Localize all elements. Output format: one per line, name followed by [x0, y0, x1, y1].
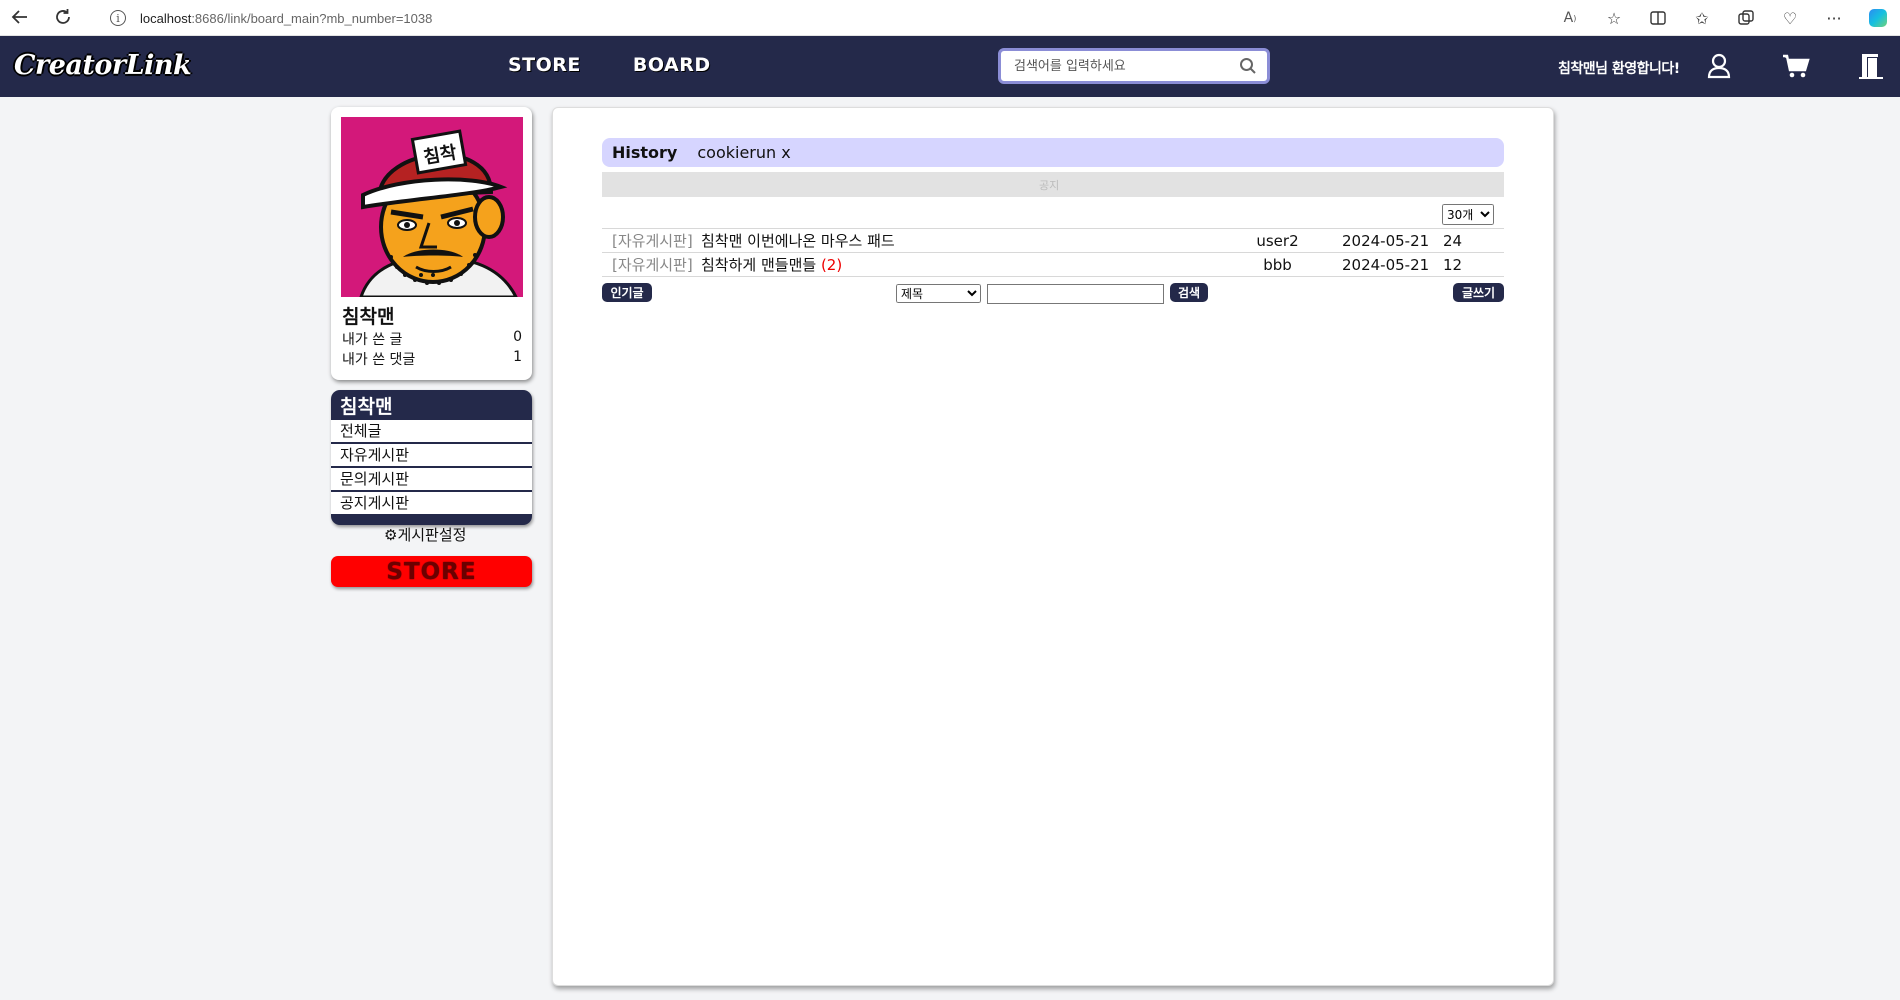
favorites-icon[interactable]: ✩: [1680, 0, 1724, 36]
welcome-message: 침착맨님 환영합니다!: [1558, 61, 1680, 77]
main-nav: STORE BOARD: [508, 54, 711, 76]
stat-value: 0: [513, 329, 522, 345]
header-search-box: [998, 48, 1270, 84]
creatorlink-logo[interactable]: CreatorLink: [14, 50, 192, 81]
board-panel: History cookierun x 공지 30개 [자유게시판] 침착맨 이…: [552, 107, 1554, 986]
address-bar[interactable]: i localhost:8686/link/board_main?mb_numb…: [92, 3, 1642, 33]
nav-store-link[interactable]: STORE: [508, 54, 581, 76]
notice-bar: 공지: [602, 172, 1504, 197]
user-icon[interactable]: [1703, 50, 1735, 82]
post-title[interactable]: 침착맨 이번에나온 마우스 패드: [701, 229, 1240, 253]
board-search-button[interactable]: 검색: [1170, 283, 1208, 302]
post-writer: user2: [1256, 231, 1299, 250]
cart-icon[interactable]: [1780, 50, 1812, 82]
post-category: [자유게시판]: [612, 256, 693, 274]
post-views: 12: [1443, 255, 1463, 274]
url-text: localhost:8686/link/board_main?mb_number…: [140, 10, 433, 26]
write-post-button[interactable]: 글쓰기: [1453, 283, 1504, 302]
category-item-inquiry[interactable]: 문의게시판: [331, 468, 532, 490]
stat-value: 1: [513, 349, 522, 365]
category-item-free[interactable]: 자유게시판: [331, 444, 532, 466]
reply-count: (2): [820, 256, 843, 274]
header-search-input[interactable]: [1014, 58, 1239, 74]
post-date: 2024-05-21: [1342, 231, 1430, 250]
site-header: CreatorLink STORE BOARD 침착맨님 환영합니다!: [0, 36, 1900, 97]
popular-posts-button[interactable]: 인기글: [602, 283, 652, 302]
search-type-select[interactable]: 제목: [896, 284, 981, 303]
post-writer: bbb: [1263, 255, 1292, 274]
site-info-icon[interactable]: i: [110, 10, 126, 26]
collections-icon[interactable]: [1724, 0, 1768, 36]
post-table: [자유게시판] 침착맨 이번에나온 마우스 패드 user2 2024-05-2…: [602, 228, 1504, 277]
post-date: 2024-05-21: [1342, 255, 1430, 274]
browser-toolbar: i localhost:8686/link/board_main?mb_numb…: [0, 0, 1900, 36]
copilot-icon[interactable]: [1856, 0, 1900, 36]
favorite-star-icon[interactable]: ☆: [1592, 0, 1636, 36]
more-menu-icon[interactable]: ···: [1812, 0, 1856, 36]
nav-board-link[interactable]: BOARD: [633, 54, 711, 76]
reload-icon[interactable]: [51, 5, 75, 29]
back-arrow-icon[interactable]: [8, 5, 32, 29]
avatar: 침착: [341, 117, 523, 297]
post-category: [자유게시판]: [612, 232, 693, 250]
read-aloud-icon[interactable]: A): [1548, 0, 1592, 36]
table-row[interactable]: [자유게시판] 침착하게 맨들맨들 (2) bbb 2024-05-21 12: [602, 252, 1504, 277]
notice-text: 공지: [1039, 179, 1060, 192]
split-screen-icon[interactable]: [1636, 0, 1680, 36]
board-category-menu: 침착맨 전체글 자유게시판 문의게시판 공지게시판: [331, 390, 532, 525]
per-page-select[interactable]: 30개: [1442, 204, 1494, 225]
history-bar: History cookierun x: [602, 138, 1504, 167]
board-search-input[interactable]: [987, 284, 1164, 304]
post-views: 24: [1443, 231, 1463, 250]
store-banner-button[interactable]: STORE: [331, 556, 532, 587]
category-item-all[interactable]: 전체글: [331, 420, 532, 442]
profile-name: 침착맨: [342, 306, 395, 328]
category-title: 침착맨: [340, 396, 393, 418]
profile-card: 침착 침착맨 내가 쓴 글 0 내가 쓴 댓글 1: [331, 107, 532, 380]
table-row[interactable]: [자유게시판] 침착맨 이번에나온 마우스 패드 user2 2024-05-2…: [602, 228, 1504, 253]
stat-label: 내가 쓴 댓글: [342, 352, 416, 368]
search-icon[interactable]: [1239, 57, 1257, 75]
browser-essentials-icon[interactable]: ♡: [1768, 0, 1812, 36]
post-title[interactable]: 침착하게 맨들맨들 (2): [701, 253, 1240, 277]
board-setting-link[interactable]: ⚙게시판설정: [384, 524, 466, 545]
logout-door-icon[interactable]: [1855, 50, 1887, 82]
history-label: History: [612, 143, 678, 162]
stat-label: 내가 쓴 글: [342, 332, 403, 348]
my-posts-stat[interactable]: 내가 쓴 글 0: [342, 329, 522, 349]
my-comments-stat[interactable]: 내가 쓴 댓글 1: [342, 349, 522, 369]
history-tag[interactable]: cookierun x: [697, 143, 790, 162]
category-item-notice[interactable]: 공지게시판: [331, 492, 532, 514]
